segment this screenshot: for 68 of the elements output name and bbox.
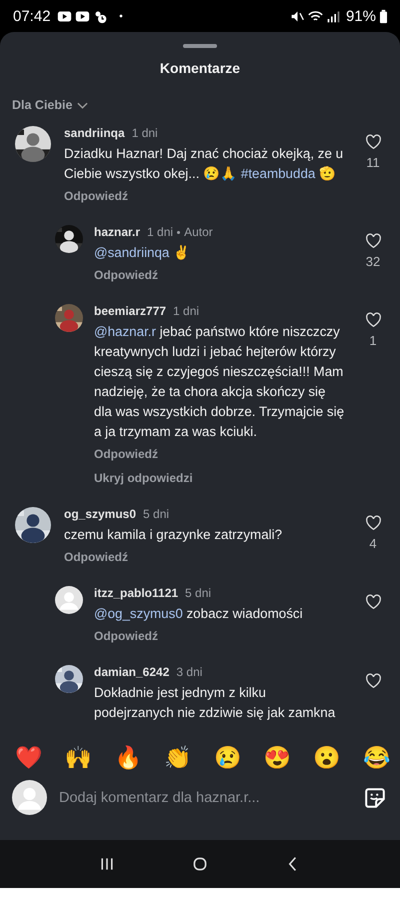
- comment-age: 5 dni: [185, 586, 212, 600]
- comment-age: 3 dni: [176, 665, 202, 679]
- like-count: 4: [369, 536, 377, 551]
- reply-link[interactable]: Odpowiedź: [64, 550, 128, 564]
- drag-handle[interactable]: [183, 44, 217, 48]
- reply-link[interactable]: Odpowiedź: [64, 189, 128, 203]
- mute-icon: [290, 8, 305, 24]
- username[interactable]: og_szymus0: [64, 507, 136, 521]
- like-count: 1: [369, 333, 377, 348]
- emoji-button[interactable]: 😍: [264, 744, 291, 772]
- heart-icon[interactable]: [364, 515, 382, 531]
- comment-text: @sandriinqa ✌: [94, 244, 192, 262]
- mention-link[interactable]: @og_szymus0: [94, 606, 183, 621]
- heart-icon[interactable]: [364, 312, 382, 328]
- comment-text: Dziadku Haznar! Daj znać chociaż okejką, ze u Ciebie wszystko okej... 😢🙏 #teambudda 🫡: [64, 145, 344, 183]
- home-icon[interactable]: [192, 856, 208, 872]
- emoji-button[interactable]: 😮: [313, 744, 340, 772]
- recent-apps-icon[interactable]: [98, 856, 115, 872]
- comment-age: 5 dni: [143, 507, 170, 521]
- heart-icon[interactable]: [364, 233, 382, 249]
- chevron-down-icon: [77, 102, 88, 108]
- heart-icon[interactable]: [364, 673, 382, 689]
- video-app-icon: [56, 8, 72, 24]
- reply-link[interactable]: Odpowiedź: [94, 629, 158, 643]
- emoji-button[interactable]: ❤: [15, 744, 42, 772]
- sticker-icon[interactable]: [364, 786, 386, 808]
- signal-icon: [326, 8, 341, 24]
- default-avatar-icon: [12, 780, 47, 815]
- comment-text: czemu kamila i grazynke zatrzymali?: [64, 526, 284, 544]
- hashtag-link[interactable]: #teambudda: [240, 166, 316, 181]
- reply-link[interactable]: Odpowiedź: [94, 268, 158, 282]
- mention-link[interactable]: @sandriinqa: [94, 245, 170, 260]
- emoji-button[interactable]: 👏: [164, 744, 192, 772]
- video-app-icon: [74, 8, 90, 24]
- separator-dot-icon: [177, 230, 180, 234]
- emoji-button[interactable]: 🙌: [64, 744, 92, 772]
- clock: 07:42: [13, 8, 51, 24]
- comment-text: @og_szymus0 zobacz wiadomości: [94, 605, 304, 623]
- emoji-button[interactable]: 😂: [362, 744, 390, 772]
- heart-icon[interactable]: [364, 134, 382, 150]
- comment-input-field[interactable]: Dodaj komentarz dla haznar.r...: [59, 790, 352, 806]
- username[interactable]: beemiarz777: [94, 304, 166, 318]
- comment-age: 1 dni: [173, 304, 200, 318]
- battery-level: 91%: [346, 8, 376, 24]
- like-count: 32: [366, 254, 380, 269]
- username[interactable]: itzz_pablo1121: [94, 586, 178, 600]
- username[interactable]: damian_6242: [94, 665, 170, 679]
- emoji-button[interactable]: 😢: [214, 744, 241, 772]
- battery-icon: [379, 8, 388, 24]
- like-count: 11: [366, 155, 380, 170]
- notification-dot-icon: [118, 14, 123, 18]
- heart-icon[interactable]: [364, 594, 382, 610]
- hide-replies-link[interactable]: Ukryj odpowiedzi: [94, 471, 193, 485]
- author-label: Autor: [184, 225, 213, 239]
- comment-text: @haznar.r jebać państwo które niszczczy kreatywnych ludzi i jebać hejterów którzy cieszą się z czyjegoś nieszczęścia!!! Mam nadzieję, że ta chora akcja skończy się dla was wszystkich dobrze. Trzymajcie się a ja trzymam za was kciuki.: [94, 323, 346, 441]
- wifi-icon: [308, 8, 323, 24]
- mention-link[interactable]: @haznar.r: [94, 324, 156, 339]
- comment-age: 1 dni: [132, 126, 158, 140]
- emoji-button[interactable]: 🔥: [114, 744, 142, 772]
- sheet-title: Komentarze: [158, 60, 242, 76]
- default-avatar-icon: [55, 586, 83, 614]
- comment-age: 1 dni: [147, 225, 174, 239]
- sort-dropdown[interactable]: Dla Ciebie: [12, 98, 88, 112]
- clock-app-icon: [92, 8, 108, 24]
- comment-text: Dokładnie jest jednym z kilku podejrzanych nie zdziwie się jak zamkna: [94, 684, 336, 722]
- reply-link[interactable]: Odpowiedź: [94, 447, 158, 461]
- username[interactable]: haznar.r: [94, 225, 140, 239]
- username[interactable]: sandriinqa: [64, 126, 125, 140]
